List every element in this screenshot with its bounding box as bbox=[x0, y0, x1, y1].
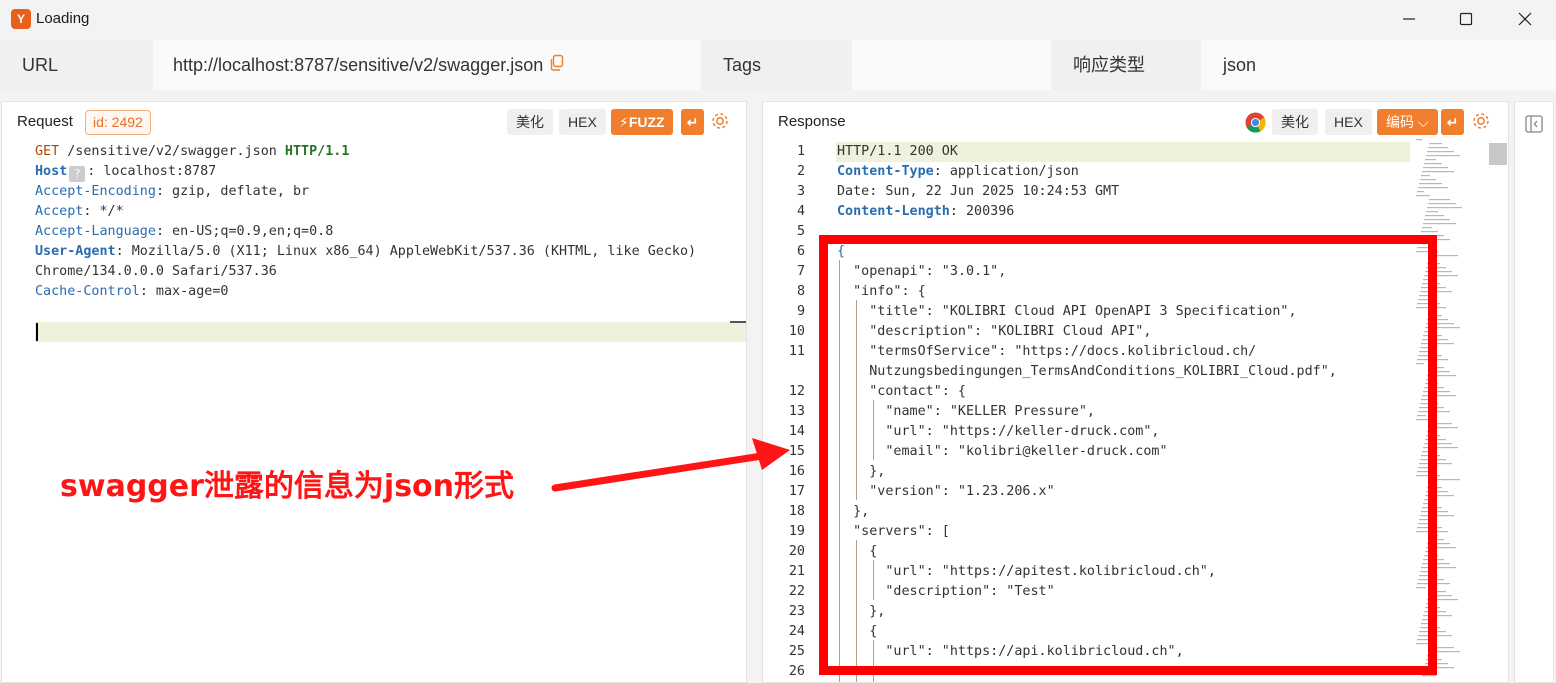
request-pane: Request id: 2492 美化 HEX ⚡FUZZ ↵ GET /sen… bbox=[1, 101, 747, 683]
tags-label: Tags bbox=[701, 40, 852, 90]
fuzz-label: FUZZ bbox=[628, 114, 665, 130]
line-number: 5 bbox=[796, 224, 805, 239]
close-icon bbox=[1518, 12, 1532, 26]
request-line-6: User-Agent: Mozilla/5.0 (X11; Linux x86_… bbox=[35, 244, 697, 259]
maximize-icon bbox=[1459, 12, 1473, 26]
line-number: 10 bbox=[788, 324, 805, 339]
request-line-2: Host?: localhost:8787 bbox=[35, 164, 217, 182]
line-number: 19 bbox=[788, 524, 805, 539]
side-panel bbox=[1514, 101, 1554, 683]
line-number: 22 bbox=[788, 584, 805, 599]
wrap-icon: ↵ bbox=[686, 114, 699, 130]
hex-button[interactable]: HEX bbox=[559, 109, 606, 135]
chevron-down-icon: ⌵ bbox=[1417, 114, 1429, 130]
close-button[interactable] bbox=[1496, 0, 1554, 38]
sidebar-toggle-icon[interactable] bbox=[1524, 114, 1544, 134]
url-value[interactable]: http://localhost:8787/sensitive/v2/swagg… bbox=[173, 55, 543, 75]
minimize-icon bbox=[1403, 18, 1415, 20]
line-number: 18 bbox=[788, 504, 805, 519]
line-number: 23 bbox=[788, 604, 805, 619]
request-line-8: Cache-Control: max-age=0 bbox=[35, 284, 229, 299]
line-number: 8 bbox=[796, 284, 805, 299]
wrap-icon: ↵ bbox=[1446, 114, 1459, 130]
text-cursor bbox=[36, 323, 38, 341]
encode-dropdown[interactable]: 编码 ⌵ bbox=[1377, 109, 1438, 135]
response-wrap-button[interactable]: ↵ bbox=[1441, 109, 1464, 135]
line-number: 2 bbox=[796, 164, 805, 179]
request-line-1: GET /sensitive/v2/swagger.json HTTP/1.1 bbox=[35, 144, 350, 159]
response-beautify-button[interactable]: 美化 bbox=[1272, 109, 1318, 135]
status-line: HTTP/1.1 200 OK bbox=[837, 144, 958, 159]
line-number: 25 bbox=[788, 644, 805, 659]
copy-icon[interactable] bbox=[549, 41, 565, 91]
header-line: Content-Length: 200396 bbox=[837, 204, 1015, 219]
response-header: Response 美化 HEX 编码 ⌵ ↵ bbox=[763, 102, 1508, 142]
response-type-label: 响应类型 bbox=[1051, 40, 1201, 90]
response-title: Response bbox=[778, 113, 846, 130]
tags-value[interactable] bbox=[852, 40, 1051, 90]
annotation-arrow bbox=[551, 438, 790, 492]
line-number: 12 bbox=[788, 384, 805, 399]
header-line: Date: Sun, 22 Jun 2025 10:24:53 GMT bbox=[837, 184, 1120, 199]
request-line-7: Chrome/134.0.0.0 Safari/537.36 bbox=[35, 264, 277, 279]
line-number: 6 bbox=[796, 244, 805, 259]
request-editor[interactable]: GET /sensitive/v2/swagger.json HTTP/1.1 … bbox=[2, 142, 746, 682]
fuzz-button[interactable]: ⚡FUZZ bbox=[611, 109, 673, 135]
maximize-button[interactable] bbox=[1437, 0, 1495, 38]
minimize-button[interactable] bbox=[1380, 0, 1438, 38]
line-number bbox=[763, 362, 805, 382]
response-hex-button[interactable]: HEX bbox=[1325, 109, 1372, 135]
beautify-button[interactable]: 美化 bbox=[507, 109, 553, 135]
scroll-marker bbox=[730, 321, 746, 323]
request-title: Request bbox=[17, 113, 73, 130]
line-number: 20 bbox=[788, 544, 805, 559]
wrap-button[interactable]: ↵ bbox=[681, 109, 704, 135]
request-id-badge: id: 2492 bbox=[85, 110, 151, 135]
line-number: 4 bbox=[796, 204, 805, 219]
line-number: 9 bbox=[796, 304, 805, 319]
request-line-4: Accept: */* bbox=[35, 204, 124, 219]
current-line-highlight bbox=[35, 322, 746, 342]
highlight-box bbox=[819, 235, 1437, 675]
response-type-value[interactable]: json bbox=[1201, 40, 1556, 90]
line-number: 1 bbox=[796, 144, 805, 159]
app-logo-icon: Y bbox=[11, 9, 31, 29]
title-bar: Y Loading bbox=[0, 0, 1556, 38]
line-number: 13 bbox=[788, 404, 805, 419]
scrollbar-thumb[interactable] bbox=[1489, 143, 1507, 165]
line-number: 3 bbox=[796, 184, 805, 199]
request-line-5: Accept-Language: en-US;q=0.9,en;q=0.8 bbox=[35, 224, 334, 239]
help-icon: ? bbox=[69, 166, 86, 182]
annotation-text: swagger泄露的信息为json形式 bbox=[60, 469, 515, 504]
response-gear-icon[interactable] bbox=[1471, 111, 1491, 131]
lightning-icon: ⚡ bbox=[619, 114, 629, 130]
window-title: Loading bbox=[36, 10, 90, 27]
request-line-3: Accept-Encoding: gzip, deflate, br bbox=[35, 184, 310, 199]
line-number: 7 bbox=[796, 264, 805, 279]
line-number: 26 bbox=[788, 664, 805, 679]
chrome-icon[interactable] bbox=[1245, 112, 1266, 133]
encode-label: 编码 bbox=[1386, 114, 1414, 130]
info-bar: URL http://localhost:8787/sensitive/v2/s… bbox=[0, 40, 1556, 90]
url-label: URL bbox=[0, 40, 153, 90]
url-value-cell[interactable]: http://localhost:8787/sensitive/v2/swagg… bbox=[153, 40, 701, 90]
line-number: 24 bbox=[788, 624, 805, 639]
gear-icon[interactable] bbox=[710, 111, 730, 131]
line-number: 11 bbox=[788, 344, 805, 359]
line-number: 21 bbox=[788, 564, 805, 579]
header-line: Content-Type: application/json bbox=[837, 164, 1079, 179]
request-header: Request id: 2492 美化 HEX ⚡FUZZ ↵ bbox=[2, 102, 746, 142]
